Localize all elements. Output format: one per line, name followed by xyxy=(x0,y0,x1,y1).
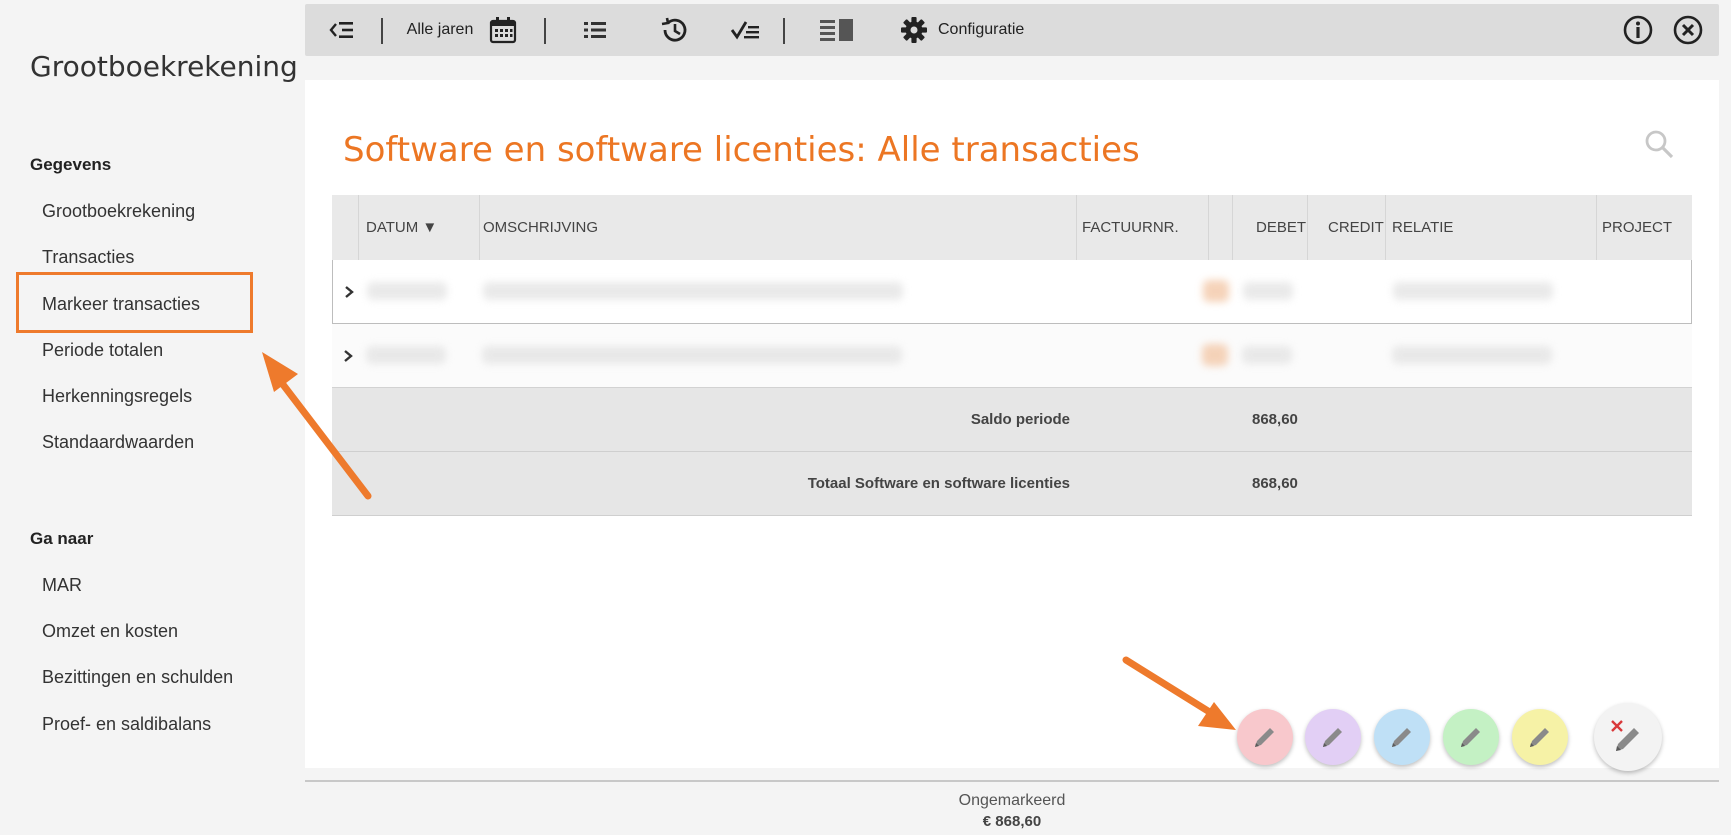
search-icon xyxy=(1645,130,1674,159)
column-header-debet[interactable]: DEBET xyxy=(1256,195,1306,260)
nav-item-periode-totalen[interactable]: Periode totalen xyxy=(42,340,163,361)
summary-debet-value: 868,60 xyxy=(1252,411,1298,428)
check-list-icon xyxy=(730,21,759,40)
history-icon xyxy=(661,17,687,42)
list-icon xyxy=(584,22,606,38)
table-row[interactable] xyxy=(332,324,1692,388)
column-header-omschrijving[interactable]: OMSCHRIJVING xyxy=(483,195,598,260)
info-button[interactable] xyxy=(1621,4,1655,56)
page-title: Software en software licenties: Alle tra… xyxy=(343,130,1140,170)
toolbar-separator xyxy=(783,18,785,44)
search-button[interactable] xyxy=(1643,128,1679,164)
marker-pen-icon xyxy=(1255,728,1274,747)
close-button[interactable] xyxy=(1671,4,1705,56)
marker-button-yellow[interactable] xyxy=(1512,709,1568,765)
configuration-label: Configuratie xyxy=(938,21,1025,38)
transactions-table: DATUM ▼ OMSCHRIJVING FACTUURNR. DEBET CR… xyxy=(332,195,1692,516)
marker-pen-icon xyxy=(1392,728,1411,747)
summary-label: Totaal Software en software licenties xyxy=(807,475,1070,492)
check-list-button[interactable] xyxy=(729,4,763,56)
section-heading-gegevens: Gegevens xyxy=(30,155,112,174)
column-header-project[interactable]: PROJECT xyxy=(1602,195,1672,260)
nav-item-transacties[interactable]: Transacties xyxy=(42,247,134,268)
gear-icon xyxy=(901,17,927,43)
year-filter-button[interactable]: Alle jaren xyxy=(401,4,479,56)
list-view-button[interactable] xyxy=(579,4,611,56)
toolbar: Alle jaren Configuratie xyxy=(305,4,1719,56)
configuration-button[interactable]: Configuratie xyxy=(900,4,1040,56)
column-layout-icon xyxy=(820,19,853,41)
toolbar-separator xyxy=(544,18,546,44)
calendar-icon xyxy=(489,17,517,44)
collapse-sidebar-button[interactable] xyxy=(325,4,359,56)
nav-item-grootboekrekening[interactable]: Grootboekrekening xyxy=(42,201,195,222)
marker-pen-icon xyxy=(1530,728,1549,747)
marker-button-green[interactable] xyxy=(1443,709,1499,765)
clear-marker-button[interactable] xyxy=(1594,703,1662,771)
footer-divider xyxy=(305,780,1719,782)
main-panel: Software en software licenties: Alle tra… xyxy=(305,80,1719,768)
year-filter-label: Alle jaren xyxy=(406,21,474,38)
chevron-right-icon[interactable] xyxy=(341,282,357,302)
table-row[interactable] xyxy=(332,260,1692,324)
clear-marker-icon xyxy=(1611,720,1639,751)
app-title: Grootboekrekening xyxy=(30,50,298,83)
nav-item-omzet-en-kosten[interactable]: Omzet en kosten xyxy=(42,621,178,642)
nav-item-mar[interactable]: MAR xyxy=(42,575,82,596)
marker-pen-icon xyxy=(1323,728,1342,747)
history-button[interactable] xyxy=(657,4,691,56)
chevron-right-icon[interactable] xyxy=(340,346,356,366)
column-header-credit[interactable]: CREDIT xyxy=(1328,195,1384,260)
summary-label: Saldo periode xyxy=(970,411,1070,428)
column-header-factuurnr[interactable]: FACTUURNR. xyxy=(1082,195,1179,260)
footer-status: Ongemarkeerd xyxy=(958,792,1066,809)
close-icon xyxy=(1673,15,1703,45)
column-header-relatie[interactable]: RELATIE xyxy=(1392,195,1453,260)
calendar-button[interactable] xyxy=(485,4,521,56)
summary-row-saldo-periode: Saldo periode 868,60 xyxy=(332,388,1692,452)
column-header-datum[interactable]: DATUM ▼ xyxy=(366,195,437,260)
highlight-annotation-box xyxy=(16,272,253,333)
collapse-menu-icon xyxy=(329,22,353,38)
marker-button-blue[interactable] xyxy=(1374,709,1430,765)
marker-pen-icon xyxy=(1461,728,1480,747)
summary-row-totaal: Totaal Software en software licenties 86… xyxy=(332,452,1692,516)
summary-debet-value: 868,60 xyxy=(1252,475,1298,492)
column-layout-button[interactable] xyxy=(817,4,857,56)
toolbar-separator xyxy=(381,18,383,44)
section-heading-ga-naar: Ga naar xyxy=(30,529,94,548)
marker-button-red[interactable] xyxy=(1237,709,1293,765)
footer-amount: € 868,60 xyxy=(982,813,1042,830)
table-header: DATUM ▼ OMSCHRIJVING FACTUURNR. DEBET CR… xyxy=(332,195,1692,260)
nav-item-proef-en-saldibalans[interactable]: Proef- en saldibalans xyxy=(42,714,211,735)
nav-item-standaardwaarden[interactable]: Standaardwaarden xyxy=(42,432,194,453)
nav-item-herkenningsregels[interactable]: Herkenningsregels xyxy=(42,386,192,407)
marker-button-purple[interactable] xyxy=(1305,709,1361,765)
info-icon xyxy=(1623,15,1653,45)
sidebar: Grootboekrekening Gegevens Grootboekreke… xyxy=(0,0,305,835)
nav-item-bezittingen-en-schulden[interactable]: Bezittingen en schulden xyxy=(42,667,233,688)
